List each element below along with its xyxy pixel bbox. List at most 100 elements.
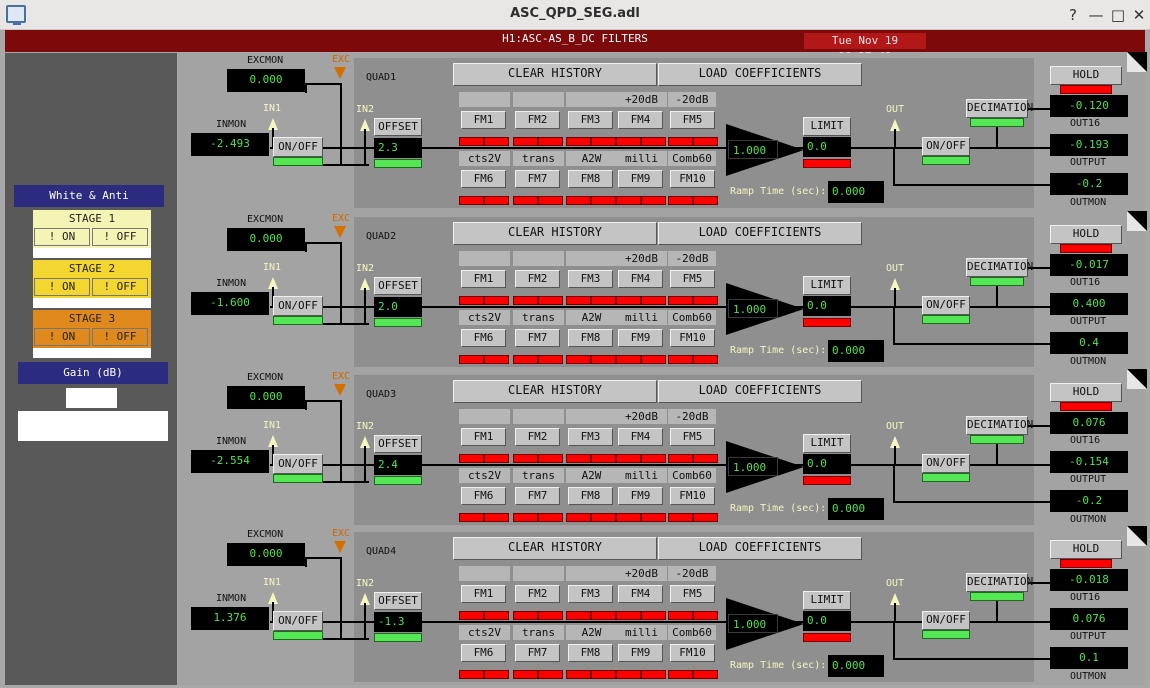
- quad-3-input-onoff-button[interactable]: ON/OFF: [273, 454, 323, 474]
- stage-3-off-button[interactable]: ! OFF: [92, 328, 148, 346]
- quad-4-hold-output-button[interactable]: HOLD OUTPUT: [1050, 540, 1122, 571]
- quad-2-fm8-button[interactable]: FM8: [568, 329, 613, 347]
- quad-2-offset-button[interactable]: OFFSET: [374, 277, 422, 295]
- quad-3-gain-value[interactable]: 1.000: [728, 457, 778, 476]
- quad-4-fm5-button[interactable]: FM5: [670, 585, 715, 603]
- quad-3-output-onoff-button[interactable]: ON/OFF: [922, 454, 970, 473]
- quad-4-fm10-button[interactable]: FM10: [670, 644, 715, 662]
- quad-2-gain-value[interactable]: 1.000: [728, 299, 778, 318]
- quad-4-limit-value[interactable]: 0.0: [803, 611, 851, 631]
- minimize-icon[interactable]: —: [1085, 4, 1107, 26]
- quad-3-fm2-button[interactable]: FM2: [515, 428, 560, 446]
- quad-1-hold-output-button[interactable]: HOLD OUTPUT: [1050, 66, 1122, 97]
- quad-2-limit-button[interactable]: LIMIT: [803, 276, 851, 295]
- quad-4-load-coefficients-button[interactable]: LOAD COEFFICIENTS: [658, 537, 862, 560]
- quad-1-decimation-button[interactable]: DECIMATION: [966, 99, 1033, 118]
- quad-4-fm7-button[interactable]: FM7: [515, 644, 560, 662]
- quad-3-fm8-button[interactable]: FM8: [568, 487, 613, 505]
- quad-1-limit-value[interactable]: 0.0: [803, 137, 851, 157]
- quad-1-fm4-button[interactable]: FM4: [618, 111, 663, 129]
- quad-1-fm9-button[interactable]: FM9: [618, 170, 663, 188]
- quad-3-load-coefficients-button[interactable]: LOAD COEFFICIENTS: [658, 380, 862, 403]
- quad-4-fm1-button[interactable]: FM1: [461, 585, 506, 603]
- quad-2-fm3-button[interactable]: FM3: [568, 270, 613, 288]
- quad-3-fm4-button[interactable]: FM4: [618, 428, 663, 446]
- quad-2-fm6-button[interactable]: FM6: [461, 329, 506, 347]
- quad-2-ramp-value[interactable]: 0.000: [828, 340, 884, 362]
- quad-2-load-coefficients-button[interactable]: LOAD COEFFICIENTS: [658, 222, 862, 245]
- quad-4-fm9-button[interactable]: FM9: [618, 644, 663, 662]
- quad-1-inmon-value: -2.493: [191, 133, 269, 156]
- help-icon[interactable]: ?: [1062, 4, 1084, 26]
- quad-2-decimation-button[interactable]: DECIMATION: [966, 258, 1033, 277]
- quad-3-fm5-button[interactable]: FM5: [670, 428, 715, 446]
- quad-4-input-onoff-button[interactable]: ON/OFF: [273, 611, 323, 631]
- quad-2-fm5-button[interactable]: FM5: [670, 270, 715, 288]
- quad-1-fm10-button[interactable]: FM10: [670, 170, 715, 188]
- quad-3-offset-button[interactable]: OFFSET: [374, 435, 422, 453]
- quad-3-hold-output-button[interactable]: HOLD OUTPUT: [1050, 383, 1122, 414]
- quad-4-offset-button[interactable]: OFFSET: [374, 592, 422, 610]
- quad-4-limit-button[interactable]: LIMIT: [803, 591, 851, 610]
- quad-2-fm10-button[interactable]: FM10: [670, 329, 715, 347]
- quad-2-fm7-button[interactable]: FM7: [515, 329, 560, 347]
- quad-2-hold-output-button[interactable]: HOLD OUTPUT: [1050, 225, 1122, 256]
- quad-2-fm1-button[interactable]: FM1: [461, 270, 506, 288]
- quad-1-offset-button[interactable]: OFFSET: [374, 118, 422, 136]
- quad-4-ramp-value[interactable]: 0.000: [828, 655, 884, 677]
- quad-1-fm7-button[interactable]: FM7: [515, 170, 560, 188]
- quad-1-offset-value[interactable]: 2.3: [374, 138, 422, 158]
- quad-4-fm6-button[interactable]: FM6: [461, 644, 506, 662]
- gain-input[interactable]: [66, 388, 117, 408]
- quad-3-fm3-button[interactable]: FM3: [568, 428, 613, 446]
- quad-3-offset-value[interactable]: 2.4: [374, 455, 422, 475]
- stage-1-off-button[interactable]: ! OFF: [92, 228, 148, 246]
- maximize-icon[interactable]: □: [1107, 4, 1129, 26]
- quad-1-fm2-button[interactable]: FM2: [515, 111, 560, 129]
- quad-3-limit-button[interactable]: LIMIT: [803, 434, 851, 453]
- quad-3-fm6-button[interactable]: FM6: [461, 487, 506, 505]
- quad-4-fm8-button[interactable]: FM8: [568, 644, 613, 662]
- quad-1-limit-button[interactable]: LIMIT: [803, 117, 851, 136]
- quad-1-gain-value[interactable]: 1.000: [728, 140, 778, 159]
- quad-3-limit-value[interactable]: 0.0: [803, 454, 851, 474]
- quad-2-output-onoff-button[interactable]: ON/OFF: [922, 296, 970, 315]
- quad-1-fm1-button[interactable]: FM1: [461, 111, 506, 129]
- quad-3-ramp-value[interactable]: 0.000: [828, 498, 884, 520]
- quad-1-ramp-value[interactable]: 0.000: [828, 181, 884, 203]
- quad-4-offset-value[interactable]: -1.3: [374, 612, 422, 632]
- quad-3-fm1-button[interactable]: FM1: [461, 428, 506, 446]
- quad-2-fm9-button[interactable]: FM9: [618, 329, 663, 347]
- quad-1-load-coefficients-button[interactable]: LOAD COEFFICIENTS: [658, 63, 862, 86]
- quad-4-output-onoff-button[interactable]: ON/OFF: [922, 611, 970, 630]
- quad-3-decimation-button[interactable]: DECIMATION: [966, 416, 1033, 435]
- quad-2-input-onoff-button[interactable]: ON/OFF: [273, 296, 323, 316]
- quad-4-clear-history-button[interactable]: CLEAR HISTORY: [453, 537, 657, 560]
- quad-3-clear-history-button[interactable]: CLEAR HISTORY: [453, 380, 657, 403]
- close-icon[interactable]: ✕: [1128, 4, 1150, 26]
- stage-1-on-button[interactable]: ! ON: [34, 228, 90, 246]
- quad-2-clear-history-button[interactable]: CLEAR HISTORY: [453, 222, 657, 245]
- quad-4-fm3-button[interactable]: FM3: [568, 585, 613, 603]
- quad-3-fm7-button[interactable]: FM7: [515, 487, 560, 505]
- stage-2-off-button[interactable]: ! OFF: [92, 278, 148, 296]
- stage-3-on-button[interactable]: ! ON: [34, 328, 90, 346]
- quad-4-decimation-button[interactable]: DECIMATION: [966, 573, 1033, 592]
- quad-1-fm3-button[interactable]: FM3: [568, 111, 613, 129]
- quad-1-fm5-button[interactable]: FM5: [670, 111, 715, 129]
- quad-1-output-onoff-button[interactable]: ON/OFF: [922, 137, 970, 156]
- quad-2-fm4-button[interactable]: FM4: [618, 270, 663, 288]
- quad-4-fm4-button[interactable]: FM4: [618, 585, 663, 603]
- quad-3-fm9-button[interactable]: FM9: [618, 487, 663, 505]
- quad-2-fm2-button[interactable]: FM2: [515, 270, 560, 288]
- quad-1-input-onoff-button[interactable]: ON/OFF: [273, 137, 323, 157]
- quad-4-gain-value[interactable]: 1.000: [728, 614, 778, 633]
- quad-1-fm8-button[interactable]: FM8: [568, 170, 613, 188]
- quad-1-fm6-button[interactable]: FM6: [461, 170, 506, 188]
- quad-3-fm10-button[interactable]: FM10: [670, 487, 715, 505]
- quad-2-offset-value[interactable]: 2.0: [374, 297, 422, 317]
- quad-4-fm2-button[interactable]: FM2: [515, 585, 560, 603]
- quad-1-clear-history-button[interactable]: CLEAR HISTORY: [453, 63, 657, 86]
- quad-2-limit-value[interactable]: 0.0: [803, 296, 851, 316]
- stage-2-on-button[interactable]: ! ON: [34, 278, 90, 296]
